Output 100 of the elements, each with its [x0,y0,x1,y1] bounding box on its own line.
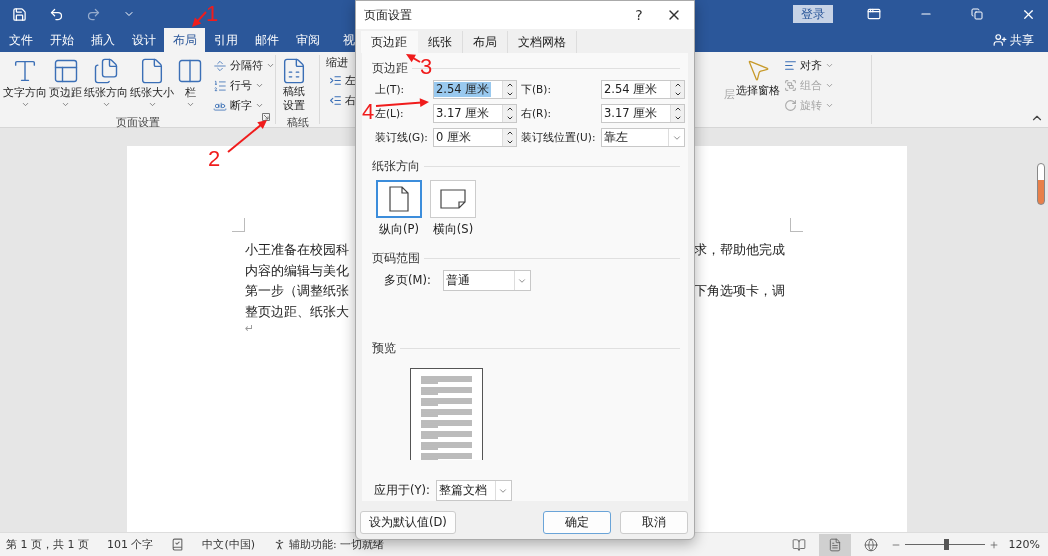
annotation-number: 4 [362,101,375,123]
dialog-tab[interactable]: 页边距 [361,31,418,53]
value-field[interactable]: 0 厘米 [433,128,517,147]
ribbon-button[interactable]: 分隔符 [210,56,278,75]
redo-icon [86,6,101,22]
undo-icon [49,6,64,22]
value-field[interactable]: 靠左 [601,128,685,147]
spin-up-button[interactable] [671,105,684,114]
ribbon-button[interactable]: 断字 [210,96,278,115]
ribbon-button[interactable]: 选择窗格 [735,55,781,100]
spin-up-button[interactable] [503,81,516,90]
document-text: 内容的编辑与美化 [245,261,349,280]
annotation-number: 2 [208,148,221,170]
ribbon-tab[interactable]: 文件 [0,28,41,52]
ribbon-tab[interactable]: 审阅 [287,28,328,52]
annotation-number: 3 [420,56,433,78]
ribbon-button[interactable]: 页边距 [48,55,83,115]
ribbon-tab[interactable]: 邮件 [246,28,287,52]
caret-icon [185,100,195,109]
page-icon [827,537,842,552]
rotate-icon [784,99,797,112]
book-icon [791,537,806,552]
spin-down-button[interactable] [503,137,516,146]
field-label: 装订线位置(U): [521,130,596,145]
save-icon [12,6,27,22]
spin-down-button[interactable] [503,89,516,98]
dialog-launcher-icon[interactable] [262,113,270,121]
paragraph-mark: ↵ [245,322,255,335]
globe-icon [863,537,878,552]
spin-up-button[interactable] [503,105,516,114]
section-heading: 页码范围 [372,251,420,266]
caret-icon [266,61,275,70]
document-text: 求，帮助他完成 [694,241,785,260]
dialog-button[interactable]: 设为默认值(D) [360,511,456,534]
apply-to-select[interactable]: 整篇文档 [435,480,512,501]
value-field[interactable]: 3.17 厘米 [601,104,685,123]
caret-icon [825,61,834,70]
ribbon-tab[interactable]: 引用 [205,28,246,52]
share-button[interactable]: 共享 [987,28,1040,52]
ribbon-tab[interactable]: 开始 [41,28,82,52]
sign-in-button[interactable]: 登录 [793,5,833,23]
align-icon [784,59,797,72]
proofing-icon[interactable] [171,538,185,551]
document-text: 小王准备在校园科 [245,241,349,260]
zoom-level[interactable]: 120% [1008,538,1040,551]
page-count: 第 1 页，共 1 页 [6,537,89,552]
ribbon-button[interactable]: 栏 [175,55,205,115]
value-field[interactable]: 3.17 厘米 [433,104,517,123]
value-field[interactable]: 2.54 厘米 [433,80,517,99]
ribbon-button[interactable]: 纸张大小 [129,55,175,115]
field-label: 上(T): [375,82,405,97]
pages-select[interactable]: 普通 [442,270,531,291]
zoom-in-icon[interactable] [988,539,999,550]
pages-icon [92,57,120,85]
spin-down-button[interactable] [671,113,684,122]
ribbon-button[interactable]: 行号 [210,76,278,95]
language: 中文(中国) [202,537,256,552]
annotation-arrow [406,54,420,62]
field-label: 下(B): [521,82,551,97]
ribbon-button[interactable]: 稿纸设置 [278,55,310,115]
spin-up-button[interactable] [671,81,684,90]
margin-mark [790,218,803,232]
help-button[interactable]: ? [624,6,654,24]
document-text: 整页边距、纸张大 [245,302,349,321]
columns-icon [176,57,204,85]
ribbon-button[interactable]: 对齐 [781,56,837,75]
option-label: 纵向(P) [379,222,419,237]
dialog-button[interactable]: 取消 [620,511,688,534]
landscape-page-icon [440,189,466,209]
spin-down-button[interactable] [503,113,516,122]
orientation-button[interactable] [430,180,476,218]
dialog-title: 页面设置 [364,6,413,24]
ribbon-button[interactable]: 纸张方向 [83,55,129,115]
ribbon-button[interactable]: 文字方向 [2,55,48,115]
caret-icon [825,81,834,90]
orientation-button[interactable] [376,180,422,218]
separator-icon [213,58,227,73]
value-field[interactable]: 2.54 厘米 [601,80,685,99]
option-label: 横向(S) [432,222,474,237]
field-label: 应用于(Y): [374,483,430,498]
view-button[interactable] [818,533,851,556]
section-heading: 预览 [372,341,396,356]
ribbon-tab[interactable]: 布局 [164,28,205,52]
document-text: 第一步（调整纸张 [245,282,349,301]
annotation-arrow [228,120,267,152]
caret-icon [255,101,264,110]
field-label: 左(L): [375,106,404,121]
caret-icon [255,81,264,90]
caret-icon [825,101,834,110]
scroll-bar[interactable] [1037,163,1045,205]
group-icon [784,79,797,92]
dialog-button[interactable]: 确定 [543,511,611,534]
window-icon [867,7,881,21]
spin-down-button[interactable] [671,89,684,98]
spin-up-button[interactable] [503,129,516,138]
caret-icon [147,100,157,109]
group-heading: 缩进 [326,55,348,70]
ribbon-tab[interactable]: 插入 [82,28,123,52]
ribbon-tab[interactable]: 设计 [123,28,164,52]
restore-icon [971,8,983,20]
